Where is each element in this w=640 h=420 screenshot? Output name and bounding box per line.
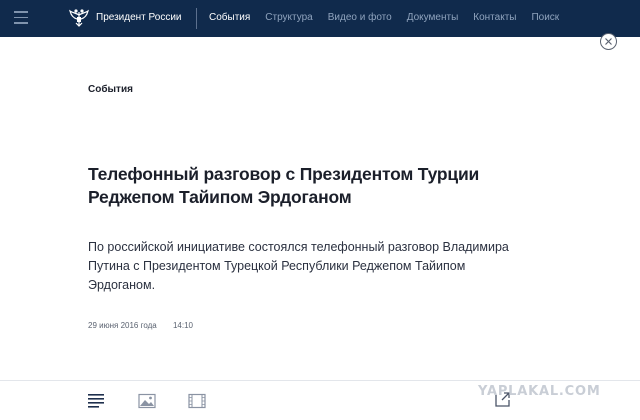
text-view-icon[interactable] (87, 393, 105, 409)
article-title: Телефонный разговор с Президентом Турции… (88, 164, 480, 207)
eagle-emblem-icon[interactable] (68, 8, 90, 29)
video-icon[interactable] (188, 393, 206, 409)
close-icon (605, 38, 612, 45)
nav-item-events[interactable]: События (209, 11, 250, 25)
photo-icon[interactable] (138, 393, 156, 409)
nav-item-search[interactable]: Поиск (531, 11, 559, 25)
site-title[interactable]: Президент России (96, 11, 182, 25)
article-time: 14:10 (172, 321, 193, 330)
nav-item-documents[interactable]: Документы (407, 11, 459, 25)
section-label[interactable]: События (88, 84, 133, 95)
header-divider (196, 8, 197, 29)
watermark-text: YAPLAKAL.COM (478, 384, 601, 399)
nav-item-contacts[interactable]: Контакты (473, 11, 516, 25)
main-nav: События Структура Видео и фото Документы… (209, 11, 574, 25)
article-meta: 29 июня 2016 года 14:10 (88, 321, 193, 330)
close-button[interactable] (600, 33, 617, 50)
hamburger-menu-icon[interactable] (14, 11, 28, 24)
article-date: 29 июня 2016 года (88, 321, 157, 330)
article-lead: По российской инициативе состоялся телеф… (88, 240, 509, 292)
nav-item-structure[interactable]: Структура (265, 11, 312, 25)
top-navigation-bar: Президент России События Структура Видео… (0, 0, 640, 37)
nav-item-video-photo[interactable]: Видео и фото (328, 11, 392, 25)
